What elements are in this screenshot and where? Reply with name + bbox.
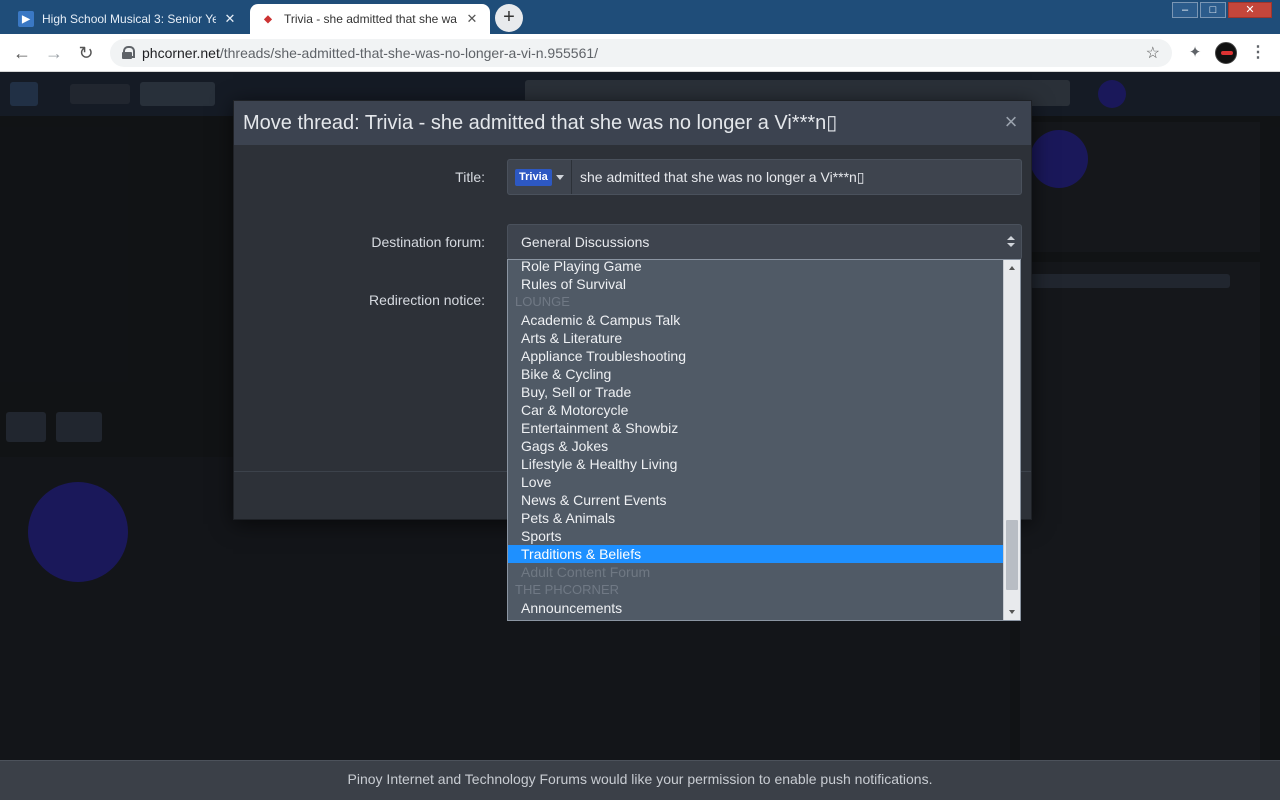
select-arrows-icon bbox=[1007, 233, 1015, 251]
dropdown-option[interactable]: News & Current Events bbox=[508, 491, 1004, 509]
lock-icon bbox=[122, 46, 135, 59]
video-icon: ▶ bbox=[18, 11, 34, 27]
url-path: /threads/she-admitted-that-she-was-no-lo… bbox=[219, 45, 599, 61]
scroll-up-icon[interactable] bbox=[1009, 266, 1015, 270]
scroll-down-icon[interactable] bbox=[1009, 610, 1015, 614]
modal-title: Move thread: Trivia - she admitted that … bbox=[234, 101, 1031, 145]
url-text: phcorner.net/threads/she-admitted-that-s… bbox=[142, 45, 598, 61]
dropdown-scrollbar[interactable] bbox=[1003, 260, 1020, 620]
close-icon[interactable]: ✕ bbox=[222, 11, 238, 27]
dropdown-option[interactable]: Bike & Cycling bbox=[508, 365, 1004, 383]
dropdown-option[interactable]: Car & Motorcycle bbox=[508, 401, 1004, 419]
dropdown-option[interactable]: Traditions & Beliefs bbox=[508, 545, 1004, 563]
bookmark-star-icon[interactable]: ☆ bbox=[1146, 43, 1160, 63]
dropdown-option[interactable]: Academic & Campus Talk bbox=[508, 311, 1004, 329]
caret-down-icon bbox=[556, 175, 564, 180]
prefix-badge: Trivia bbox=[515, 169, 552, 186]
dropdown-option[interactable]: Announcements bbox=[508, 617, 1004, 620]
back-icon[interactable]: ← bbox=[10, 41, 34, 65]
browser-toolbar: ← → ↻ phcorner.net/threads/she-admitted-… bbox=[0, 34, 1280, 72]
dropdown-option[interactable]: Rules of Survival bbox=[508, 275, 1004, 293]
tab-title: High School Musical 3: Senior Ye bbox=[42, 12, 216, 26]
dropdown-option[interactable]: Sports bbox=[508, 527, 1004, 545]
dropdown-option[interactable]: Appliance Troubleshooting bbox=[508, 347, 1004, 365]
prefix-select[interactable]: Trivia bbox=[508, 160, 572, 194]
title-label: Title: bbox=[455, 169, 485, 185]
window-close-icon[interactable]: ✕ bbox=[1228, 2, 1272, 18]
phcorner-icon: ◆ bbox=[264, 13, 272, 25]
dropdown-option[interactable]: Lifestyle & Healthy Living bbox=[508, 455, 1004, 473]
dropdown-option[interactable]: Role Playing Game bbox=[508, 260, 1004, 275]
redirection-label: Redirection notice: bbox=[369, 292, 485, 308]
maximize-icon[interactable]: □ bbox=[1200, 2, 1226, 18]
scroll-thumb[interactable] bbox=[1006, 520, 1018, 590]
dropdown-option[interactable]: Buy, Sell or Trade bbox=[508, 383, 1004, 401]
dropdown-option[interactable]: Pets & Animals bbox=[508, 509, 1004, 527]
close-icon[interactable]: × bbox=[1001, 111, 1021, 133]
extensions-icon[interactable]: ✦ bbox=[1186, 43, 1204, 61]
new-tab-button[interactable]: + bbox=[495, 4, 523, 32]
destination-label: Destination forum: bbox=[371, 234, 485, 250]
title-input-value[interactable]: she admitted that she was no longer a Vi… bbox=[580, 169, 865, 186]
dropdown-option: Adult Content Forum bbox=[521, 564, 651, 580]
dropdown-option[interactable]: Gags & Jokes bbox=[508, 437, 1004, 455]
push-notification-bar: Pinoy Internet and Technology Forums wou… bbox=[0, 760, 1280, 800]
destination-forum-select[interactable]: General Discussions bbox=[507, 224, 1022, 260]
destination-value: General Discussions bbox=[521, 234, 650, 250]
menu-kebab-icon[interactable]: ⋮ bbox=[1250, 42, 1266, 62]
destination-dropdown-list[interactable]: Role Playing Game Rules of Survival LOUNGE… bbox=[507, 259, 1021, 621]
dropdown-options: Role Playing Game Rules of Survival LOUNGE… bbox=[508, 260, 1004, 620]
reload-icon[interactable]: ↻ bbox=[74, 41, 98, 65]
minimize-icon[interactable]: – bbox=[1172, 2, 1198, 18]
dropdown-option[interactable]: Entertainment & Showbiz bbox=[508, 419, 1004, 437]
dropdown-group-label: THE PHCORNER bbox=[515, 582, 620, 597]
browser-tab-1[interactable]: ◆ Trivia - she admitted that she wa ✕ bbox=[250, 4, 490, 34]
window-controls: – □ ✕ bbox=[1172, 2, 1272, 18]
browser-tab-0[interactable]: ▶ High School Musical 3: Senior Ye ✕ bbox=[8, 4, 248, 34]
forward-icon[interactable]: → bbox=[42, 41, 66, 65]
url-host: phcorner.net bbox=[142, 45, 220, 61]
title-field[interactable]: Trivia she admitted that she was no long… bbox=[507, 159, 1022, 195]
browser-tabstrip: ▶ High School Musical 3: Senior Ye ✕ ◆ T… bbox=[0, 0, 1280, 34]
address-bar[interactable]: phcorner.net/threads/she-admitted-that-s… bbox=[110, 39, 1172, 67]
dropdown-group-label: LOUNGE bbox=[515, 294, 570, 309]
dropdown-option[interactable]: Announcements bbox=[508, 599, 1004, 617]
tab-title: Trivia - she admitted that she wa bbox=[284, 12, 457, 26]
dropdown-option[interactable]: Love bbox=[508, 473, 1004, 491]
profile-avatar[interactable] bbox=[1215, 42, 1237, 64]
dropdown-option[interactable]: Arts & Literature bbox=[508, 329, 1004, 347]
close-icon[interactable]: ✕ bbox=[464, 11, 480, 27]
